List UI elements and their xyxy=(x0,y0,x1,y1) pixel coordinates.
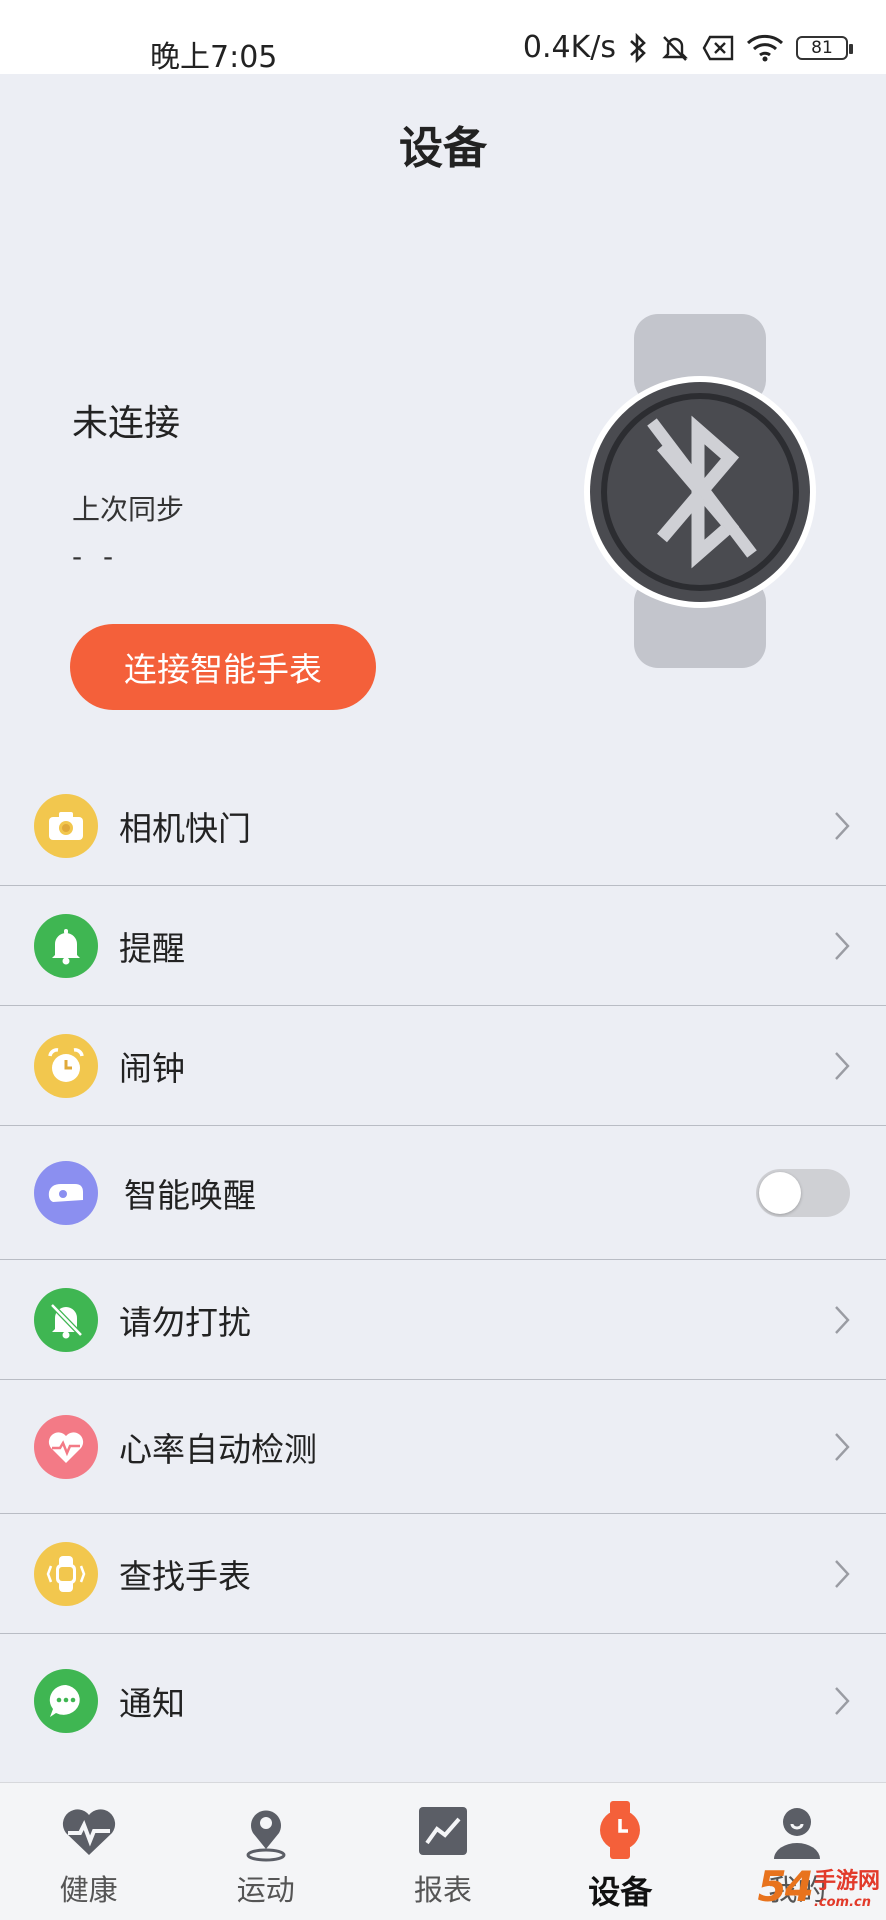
nav-item-health[interactable]: 健康 xyxy=(0,1783,177,1920)
alarm-clock-icon xyxy=(34,1033,98,1098)
status-bar: 晚上7:05 0.4K/s 81 xyxy=(0,0,886,75)
watermark-number: 54 xyxy=(757,1862,814,1911)
list-item-label: 智能唤醒 xyxy=(124,1175,256,1215)
list-item-do-not-disturb[interactable]: 请勿打扰 xyxy=(0,1260,886,1380)
chart-icon xyxy=(419,1807,467,1855)
bell-icon xyxy=(34,913,98,978)
location-pin-icon xyxy=(246,1810,286,1862)
list-item-label: 提醒 xyxy=(119,928,185,968)
chevron-right-icon xyxy=(835,931,850,960)
list-item-smart-wake: 智能唤醒 xyxy=(0,1126,886,1260)
mute-icon xyxy=(662,35,688,61)
find-watch-icon xyxy=(34,1541,98,1606)
list-item-heart-rate-detection[interactable]: 心率自动检测 xyxy=(0,1380,886,1514)
wifi-icon xyxy=(746,34,784,61)
last-sync-label: 上次同步 xyxy=(72,493,185,526)
list-item-camera-shutter[interactable]: 相机快门 xyxy=(0,766,886,886)
page-title: 设备 xyxy=(399,123,487,174)
bluetooth-icon xyxy=(630,32,646,63)
watch-icon xyxy=(600,1801,641,1859)
list-item-label: 心率自动检测 xyxy=(119,1429,317,1469)
nav-item-sport[interactable]: 运动 xyxy=(177,1783,354,1920)
sim-off-icon xyxy=(702,35,734,60)
chevron-right-icon xyxy=(835,1305,850,1334)
list-item-find-watch[interactable]: 查找手表 xyxy=(0,1514,886,1634)
connection-status: 未连接 xyxy=(72,403,181,444)
list-item-label: 查找手表 xyxy=(119,1556,251,1596)
list-item-alarm[interactable]: 闹钟 xyxy=(0,1006,886,1126)
chevron-right-icon xyxy=(835,1559,850,1588)
battery-level: 81 xyxy=(811,37,833,58)
camera-icon xyxy=(34,793,98,858)
site-watermark: 54 手游网 .com.cn xyxy=(758,1862,880,1911)
nav-label: 报表 xyxy=(413,1873,472,1907)
watch-bluetooth-disconnected-icon xyxy=(584,314,816,668)
nav-label: 健康 xyxy=(59,1873,118,1907)
status-time: 晚上7:05 xyxy=(150,40,278,75)
chevron-right-icon xyxy=(835,1051,850,1080)
connect-watch-button[interactable]: 连接智能手表 xyxy=(70,624,376,710)
bell-off-icon xyxy=(34,1287,98,1352)
list-item-notification[interactable]: 通知 xyxy=(0,1634,886,1768)
user-icon xyxy=(774,1808,821,1859)
watermark-text: 手游网 .com.cn xyxy=(814,1863,880,1910)
list-item-label: 相机快门 xyxy=(119,808,251,848)
heart-pulse-icon xyxy=(62,1809,115,1855)
status-icons: 0.4K/s 81 xyxy=(522,30,853,65)
watermark-domain: .com.cn xyxy=(813,1895,872,1910)
watermark-brand: 手游网 xyxy=(813,1869,880,1894)
smart-wake-toggle[interactable] xyxy=(756,1168,850,1217)
nav-label: 设备 xyxy=(588,1873,653,1911)
last-sync-value: - - xyxy=(72,540,120,573)
wrist-band-icon xyxy=(34,1160,98,1225)
nav-item-device[interactable]: 设备 xyxy=(532,1783,709,1920)
message-icon xyxy=(34,1669,98,1733)
toggle-knob xyxy=(759,1171,801,1214)
chevron-right-icon xyxy=(835,1687,850,1715)
network-speed: 0.4K/s xyxy=(522,30,616,65)
nav-item-report[interactable]: 报表 xyxy=(354,1783,531,1920)
settings-list: 相机快门 提醒 闹钟 智能唤醒 请勿打扰 心率自动检测 查找手表 通知 xyxy=(0,766,886,1768)
list-item-label: 请勿打扰 xyxy=(119,1302,251,1342)
list-item-reminder[interactable]: 提醒 xyxy=(0,886,886,1006)
chevron-right-icon xyxy=(835,1432,850,1461)
battery-indicator: 81 xyxy=(796,35,853,60)
bottom-nav: 健康 运动 报表 设备 我的 xyxy=(0,1782,886,1920)
nav-label: 运动 xyxy=(236,1873,295,1907)
list-item-label: 通知 xyxy=(119,1684,185,1723)
heart-rate-icon xyxy=(34,1414,98,1479)
chevron-right-icon xyxy=(835,811,850,840)
list-item-label: 闹钟 xyxy=(119,1048,185,1088)
